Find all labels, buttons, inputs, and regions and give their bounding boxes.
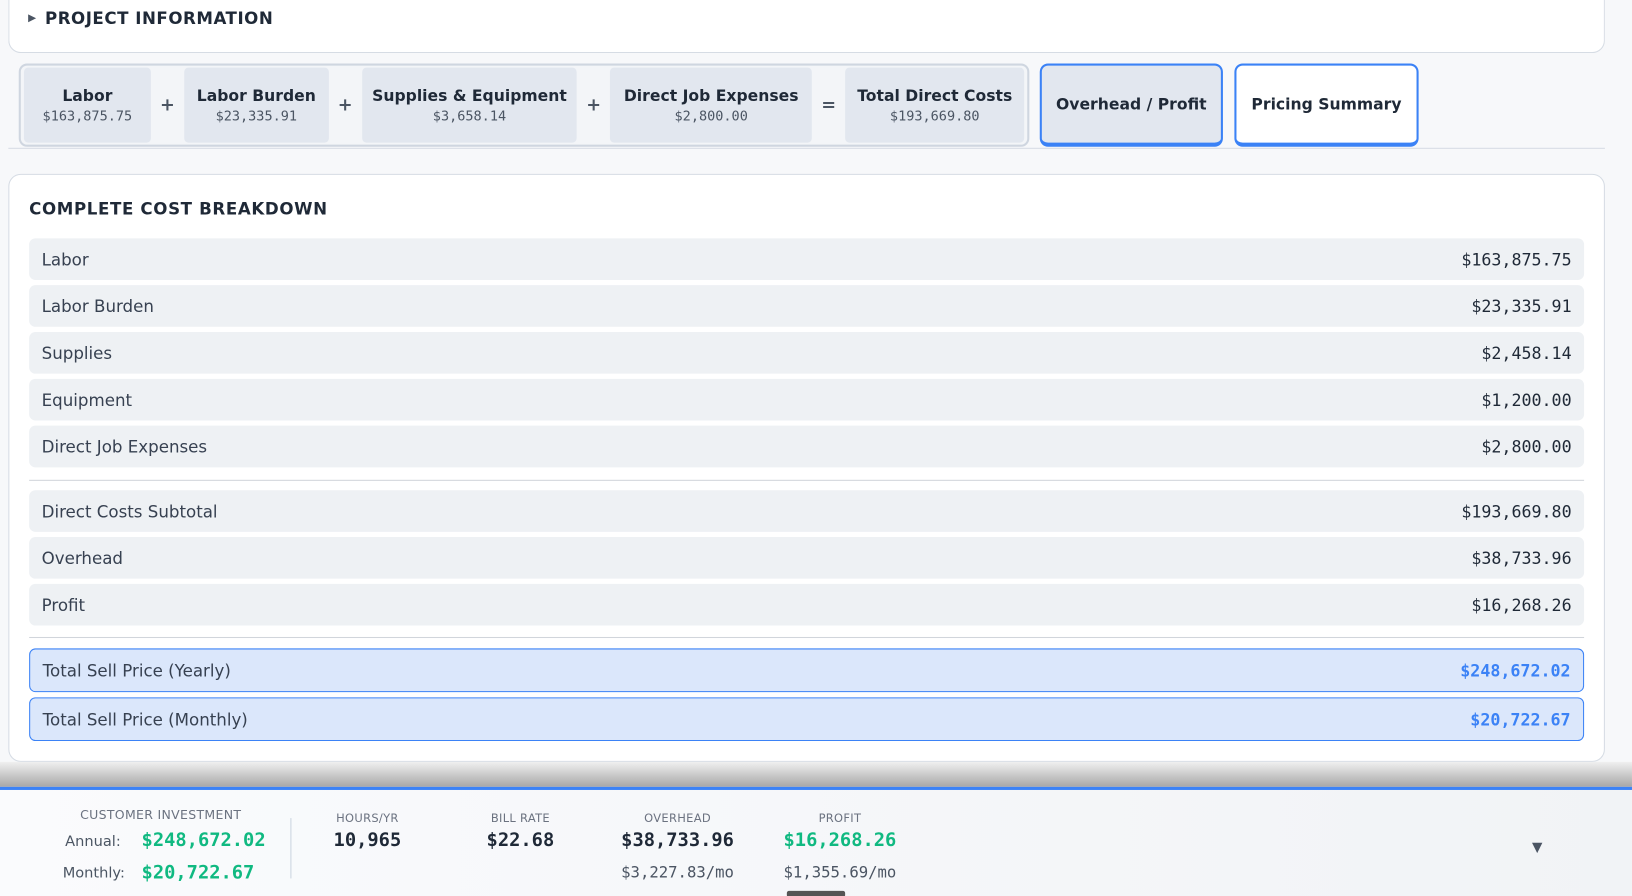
tab-overhead-profit[interactable]: Overhead / Profit	[1039, 63, 1223, 147]
project-information-title: PROJECT INFORMATION	[44, 8, 274, 29]
breakdown-row: Equipment $1,200.00	[29, 378, 1585, 421]
formula-labor: Labor $163,875.75	[23, 67, 151, 143]
overhead-label: OVERHEAD	[644, 811, 711, 826]
annual-value: $248,672.02	[141, 829, 266, 852]
scroll-handle[interactable]	[786, 890, 846, 896]
row-label: Supplies	[41, 342, 113, 363]
monthly-label: Monthly:	[62, 864, 125, 882]
breakdown-row: Labor $163,875.75	[29, 238, 1585, 280]
formula-labor-burden: Labor Burden $23,335.91	[184, 67, 329, 143]
breakdown-row: Overhead $38,733.96	[29, 537, 1585, 579]
row-value: $38,733.96	[1471, 547, 1572, 568]
annual-label: Annual:	[65, 833, 121, 851]
row-value: $20,722.67	[1470, 709, 1571, 730]
footer-shadow	[0, 761, 1632, 787]
hours-label: HOURS/YR	[336, 811, 399, 826]
row-label: Labor Burden	[41, 296, 154, 316]
formula-value: $193,669.80	[889, 108, 980, 125]
plus-operator: +	[586, 94, 602, 116]
plus-operator: +	[337, 94, 353, 116]
row-value: $23,335.91	[1471, 296, 1572, 316]
row-value: $163,875.75	[1461, 249, 1572, 270]
formula-value: $2,800.00	[674, 108, 748, 125]
row-label: Equipment	[41, 389, 133, 410]
formula-label: Direct Job Expenses	[623, 85, 799, 105]
row-label: Direct Costs Subtotal	[41, 501, 218, 521]
divider	[29, 479, 1585, 481]
profit-monthly: $1,355.69/mo	[783, 862, 897, 882]
row-value: $193,669.80	[1461, 501, 1572, 521]
cost-breakdown-card: COMPLETE COST BREAKDOWN Labor $163,875.75…	[8, 173, 1605, 762]
formula-value: $3,658.14	[432, 108, 507, 125]
row-label: Labor	[41, 249, 89, 270]
equals-operator: =	[821, 94, 837, 116]
formula-label: Total Direct Costs	[857, 85, 1013, 105]
formula-label: Supplies & Equipment	[372, 85, 567, 105]
bill-rate-value: $22.68	[486, 829, 555, 852]
formula-direct-job-expenses: Direct Job Expenses $2,800.00	[610, 67, 813, 143]
hours-value: 10,965	[333, 829, 402, 852]
breakdown-row: Direct Costs Subtotal $193,669.80	[29, 490, 1585, 532]
formula-label: Labor	[62, 85, 113, 105]
breakdown-row: Profit $16,268.26	[29, 583, 1585, 626]
row-label: Profit	[41, 594, 86, 615]
formula-label: Labor Burden	[196, 85, 316, 105]
row-value: $2,800.00	[1481, 436, 1572, 457]
bill-rate-label: BILL RATE	[490, 811, 550, 826]
monthly-value: $20,722.67	[141, 861, 255, 884]
row-label: Direct Job Expenses	[41, 436, 208, 457]
row-value: $1,200.00	[1481, 389, 1572, 410]
formula-value: $163,875.75	[42, 108, 133, 125]
breakdown-row: Direct Job Expenses $2,800.00	[29, 425, 1585, 468]
row-label: Overhead	[41, 547, 123, 568]
caret-right-icon: ▶	[28, 12, 37, 24]
formula-value: $23,335.91	[215, 108, 298, 125]
row-label: Total Sell Price (Monthly)	[42, 709, 248, 730]
project-information-toggle[interactable]: ▶ PROJECT INFORMATION	[28, 8, 273, 28]
customer-investment-label: CUSTOMER INVESTMENT	[80, 807, 242, 823]
overhead-monthly: $3,227.83/mo	[621, 862, 734, 882]
formula-supplies-equipment: Supplies & Equipment $3,658.14	[361, 67, 578, 143]
breakdown-row: Total Sell Price (Monthly) $20,722.67	[29, 697, 1585, 742]
footer-divider	[290, 818, 292, 879]
breakdown-row: Total Sell Price (Yearly) $248,672.02	[29, 648, 1585, 693]
profit-label: PROFIT	[818, 811, 862, 826]
summary-footer: CUSTOMER INVESTMENT Annual: $248,672.02 …	[0, 786, 1632, 896]
collapse-footer-chevron-icon[interactable]: ▼	[1532, 840, 1542, 856]
project-information-panel: ▶ PROJECT INFORMATION	[8, 0, 1605, 54]
formula-total-direct-costs: Total Direct Costs $193,669.80	[845, 67, 1025, 143]
cost-formula-tab[interactable]: Labor $163,875.75 + Labor Burden $23,335.9…	[18, 63, 1030, 147]
divider	[29, 636, 1585, 639]
plus-operator: +	[160, 94, 175, 116]
row-label: Total Sell Price (Yearly)	[42, 660, 231, 681]
row-value: $248,672.02	[1460, 660, 1571, 681]
breakdown-row: Labor Burden $23,335.91	[29, 285, 1585, 327]
row-value: $16,268.26	[1471, 594, 1572, 615]
row-value: $2,458.14	[1481, 342, 1572, 363]
profit-value: $16,268.26	[783, 829, 897, 852]
tab-pricing-summary[interactable]: Pricing Summary	[1234, 63, 1419, 147]
breakdown-row: Supplies $2,458.14	[29, 332, 1585, 374]
divider	[8, 147, 1605, 149]
overhead-value: $38,733.96	[621, 829, 734, 852]
breakdown-title: COMPLETE COST BREAKDOWN	[29, 198, 328, 219]
